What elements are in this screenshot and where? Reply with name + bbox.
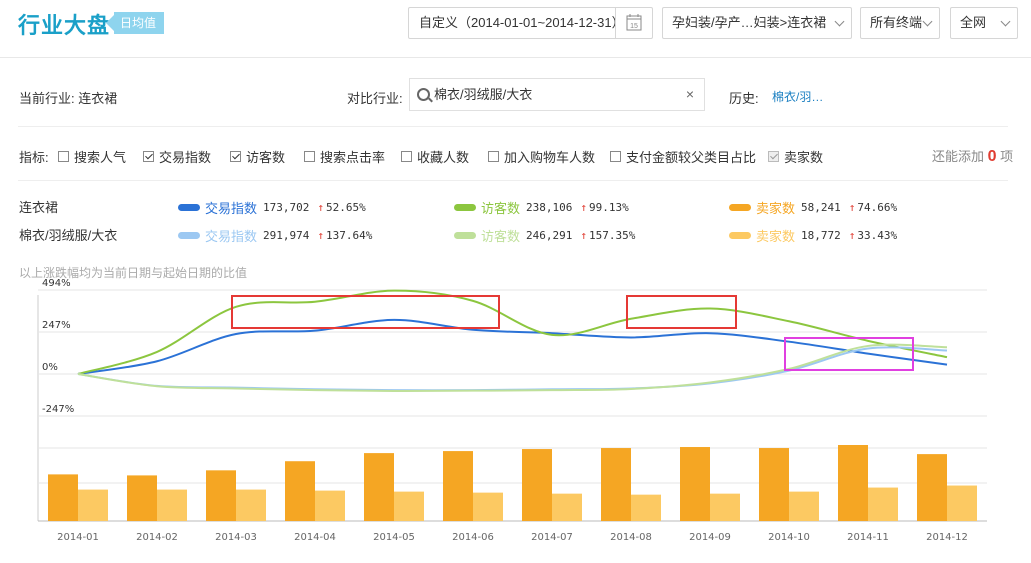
bar	[868, 487, 898, 521]
bar	[48, 474, 78, 521]
series-line	[77, 343, 948, 393]
bar	[838, 445, 868, 521]
bar	[473, 492, 503, 521]
x-tick-label: 2014-01	[57, 532, 99, 543]
bar	[394, 491, 424, 521]
bar	[157, 489, 187, 521]
bar	[759, 448, 789, 521]
bar	[443, 451, 473, 521]
bar	[364, 453, 394, 521]
x-tick-label: 2014-10	[768, 532, 810, 543]
x-tick-label: 2014-04	[294, 532, 336, 543]
bar	[78, 489, 108, 521]
bar	[552, 493, 582, 521]
x-tick-label: 2014-08	[610, 532, 652, 543]
bar	[680, 447, 710, 521]
y-tick-label: 247%	[42, 320, 71, 331]
bar	[947, 485, 977, 521]
x-tick-label: 2014-05	[373, 532, 415, 543]
highlight-box	[626, 295, 737, 329]
series-line	[77, 346, 948, 392]
x-tick-label: 2014-03	[215, 532, 257, 543]
y-tick-label: -247%	[42, 404, 74, 415]
x-tick-label: 2014-09	[689, 532, 731, 543]
trend-chart: 494% 247% 0% -247% 2014-01 2014-02 2014-03 2014…	[37, 278, 987, 543]
bar	[127, 475, 157, 521]
y-tick-label: 0%	[42, 362, 58, 373]
bar	[522, 449, 552, 521]
bar	[631, 494, 661, 521]
x-tick-label: 2014-07	[531, 532, 573, 543]
x-tick-label: 2014-02	[136, 532, 178, 543]
x-tick-label: 2014-11	[847, 532, 889, 543]
bar	[206, 470, 236, 521]
bar	[789, 491, 819, 521]
bar	[710, 493, 740, 521]
x-tick-label: 2014-12	[926, 532, 968, 543]
bar	[917, 454, 947, 521]
x-tick-label: 2014-06	[452, 532, 494, 543]
bar	[236, 489, 266, 521]
bar	[285, 461, 315, 521]
bar	[315, 490, 345, 521]
bar	[601, 448, 631, 521]
y-tick-label: 494%	[42, 278, 71, 289]
